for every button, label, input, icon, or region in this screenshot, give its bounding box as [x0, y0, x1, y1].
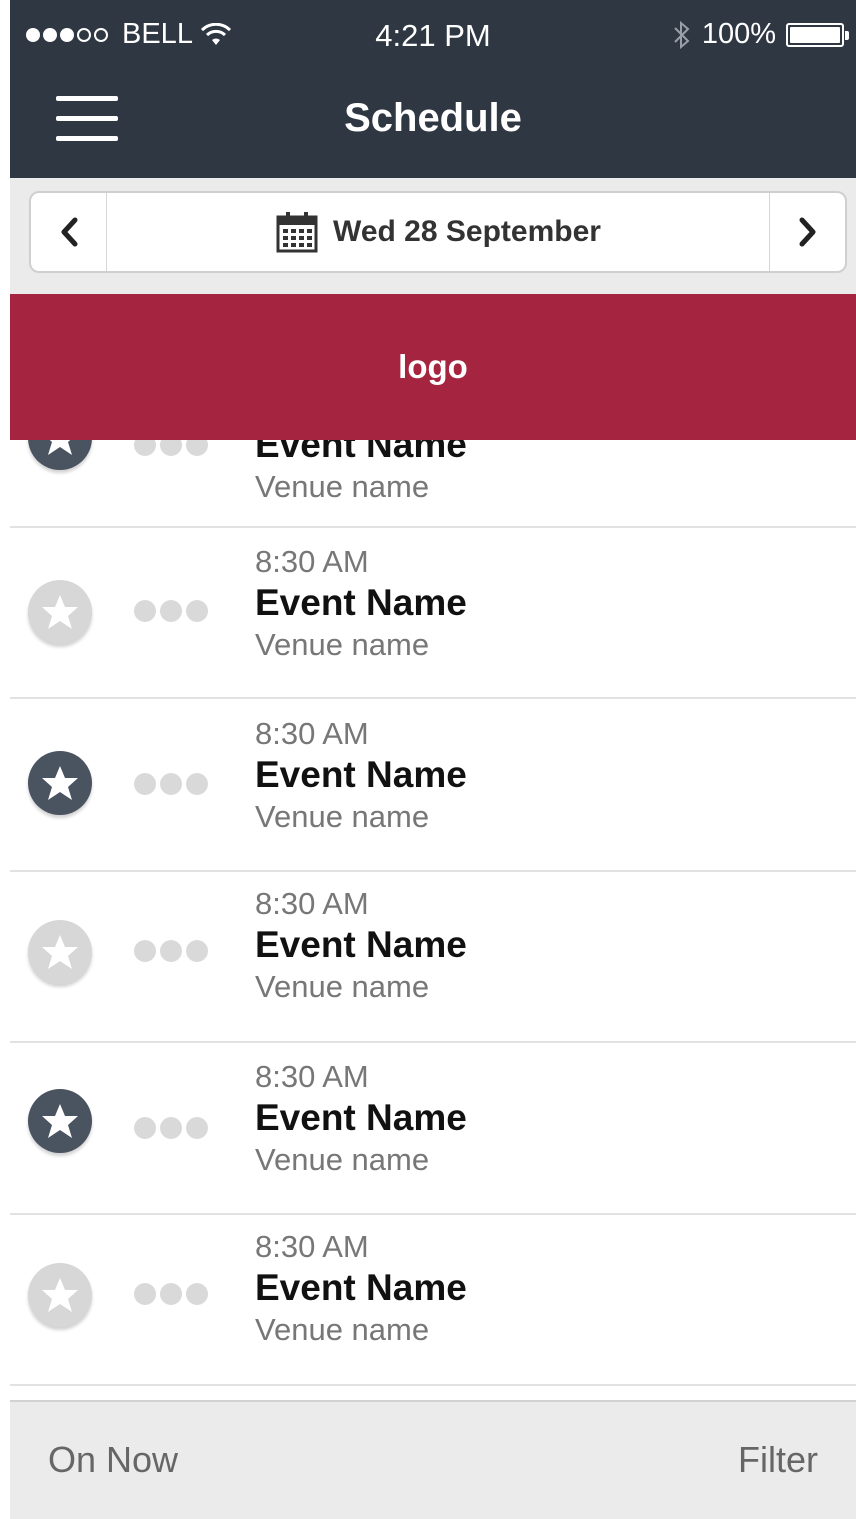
- date-bar: Wed 28 September: [10, 178, 856, 294]
- status-bar: BELL 4:21 PM 100%: [10, 0, 856, 70]
- logo-banner: logo: [10, 294, 856, 440]
- event-row[interactable]: 8:30 AM Event Name Venue name: [10, 872, 856, 1043]
- logo: logo: [398, 348, 468, 385]
- more-options-icon[interactable]: [134, 940, 208, 962]
- chevron-right-icon: [799, 217, 815, 247]
- more-options-icon[interactable]: [134, 773, 208, 795]
- favorite-star-icon[interactable]: [28, 1263, 92, 1327]
- bottom-toolbar: On Now Filter: [10, 1400, 856, 1519]
- event-time: 8:30 AM: [255, 544, 369, 579]
- battery-percent: 100%: [701, 18, 776, 50]
- more-options-icon[interactable]: [134, 1117, 208, 1139]
- event-list: Event Name Venue name 8:30 AM Event Name…: [10, 354, 856, 1386]
- event-row[interactable]: 8:30 AM Event Name Venue name: [10, 528, 856, 699]
- chevron-left-icon: [61, 217, 77, 247]
- favorite-star-icon[interactable]: [28, 920, 92, 984]
- app-screen: BELL 4:21 PM 100% Schedule Wed 28 Septem…: [10, 0, 856, 1519]
- header: BELL 4:21 PM 100% Schedule: [10, 0, 856, 178]
- event-row[interactable]: 8:30 AM Event Name Venue name: [10, 1043, 856, 1215]
- event-time: 8:30 AM: [255, 1059, 369, 1094]
- filter-button[interactable]: Filter: [738, 1439, 818, 1481]
- event-venue: Venue name: [255, 627, 430, 662]
- next-day-button[interactable]: [769, 193, 845, 271]
- event-name: Event Name: [255, 1097, 467, 1138]
- event-details: 8:30 AM Event Name Venue name: [255, 544, 467, 664]
- event-details: 8:30 AM Event Name Venue name: [255, 886, 467, 1006]
- battery-icon: [786, 22, 849, 47]
- event-time: 8:30 AM: [255, 716, 369, 751]
- page-title: Schedule: [344, 96, 522, 140]
- date-label: Wed 28 September: [333, 215, 601, 248]
- event-details: 8:30 AM Event Name Venue name: [255, 1059, 467, 1179]
- event-time: 8:30 AM: [255, 886, 369, 921]
- event-name: Event Name: [255, 754, 467, 795]
- more-options-icon[interactable]: [134, 600, 208, 622]
- event-name: Event Name: [255, 1267, 467, 1308]
- event-details: 8:30 AM Event Name Venue name: [255, 1229, 467, 1349]
- event-venue: Venue name: [255, 1312, 430, 1347]
- on-now-button[interactable]: On Now: [48, 1439, 178, 1481]
- event-row[interactable]: 8:30 AM Event Name Venue name: [10, 1215, 856, 1386]
- date-display[interactable]: Wed 28 September: [107, 193, 769, 271]
- nav-bar: Schedule: [10, 70, 856, 178]
- calendar-icon: [276, 212, 318, 253]
- event-details: 8:30 AM Event Name Venue name: [255, 716, 467, 836]
- status-right: 100%: [672, 18, 849, 51]
- event-venue: Venue name: [255, 969, 430, 1004]
- bluetooth-icon: [674, 20, 690, 49]
- event-row[interactable]: 8:30 AM Event Name Venue name: [10, 699, 856, 872]
- event-time: 8:30 AM: [255, 1229, 369, 1264]
- favorite-star-icon[interactable]: [28, 751, 92, 815]
- event-venue: Venue name: [255, 469, 430, 504]
- favorite-star-icon[interactable]: [28, 1089, 92, 1153]
- date-picker: Wed 28 September: [29, 191, 847, 273]
- event-name: Event Name: [255, 924, 467, 965]
- event-name: Event Name: [255, 582, 467, 623]
- event-venue: Venue name: [255, 799, 430, 834]
- favorite-star-icon[interactable]: [28, 580, 92, 644]
- previous-day-button[interactable]: [31, 193, 107, 271]
- more-options-icon[interactable]: [134, 1283, 208, 1305]
- event-venue: Venue name: [255, 1142, 430, 1177]
